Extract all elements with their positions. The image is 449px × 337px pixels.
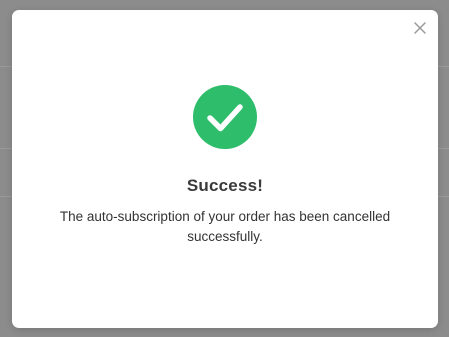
- close-button[interactable]: [410, 18, 430, 38]
- close-icon: [414, 22, 426, 34]
- dialog-title: Success!: [186, 176, 264, 195]
- success-dialog: Success! The auto-subscription of your o…: [12, 10, 438, 328]
- check-circle-icon: [193, 85, 257, 149]
- dialog-message: The auto-subscription of your order has …: [59, 209, 391, 244]
